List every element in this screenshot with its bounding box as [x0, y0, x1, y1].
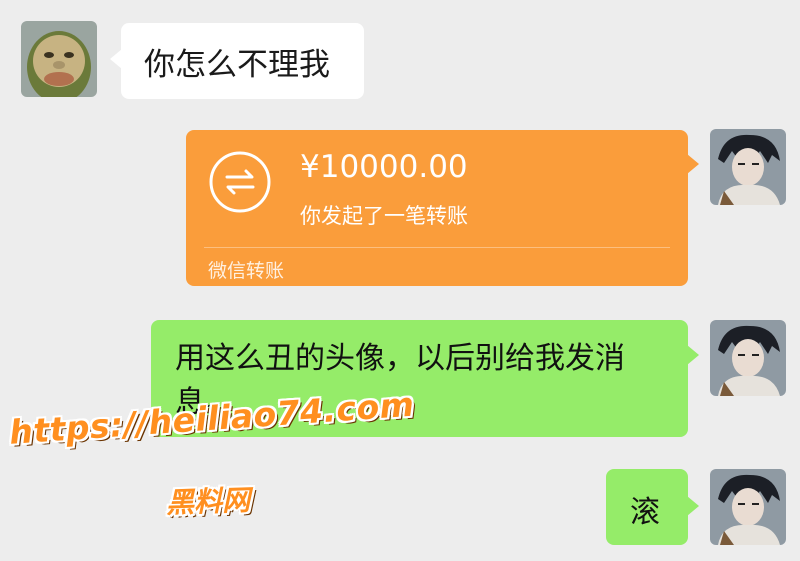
transfer-footer-label: 微信转账	[208, 260, 285, 282]
transfer-description: 你发起了一笔转账	[300, 204, 468, 228]
self-avatar[interactable]	[710, 320, 786, 396]
incoming-message-text: 你怎么不理我	[144, 47, 330, 83]
self-avatar[interactable]	[710, 129, 786, 205]
contact-avatar[interactable]	[21, 21, 97, 97]
self-avatar-image	[710, 129, 786, 205]
watermark-name: 黑料网	[165, 483, 251, 520]
incoming-message-bubble[interactable]: 你怎么不理我	[110, 23, 364, 99]
transfer-arrows-icon	[208, 150, 272, 214]
card-divider	[204, 247, 670, 248]
bubble-tail	[687, 496, 699, 516]
self-avatar-image	[710, 469, 786, 545]
contact-avatar-image	[21, 21, 97, 97]
self-avatar-image	[710, 320, 786, 396]
transfer-card[interactable]: ¥10000.00 你发起了一笔转账 微信转账	[186, 130, 699, 286]
bubble-tail	[687, 154, 699, 174]
outgoing-message-bubble[interactable]: 滚	[606, 469, 699, 545]
transfer-amount: ¥10000.00	[300, 149, 468, 185]
bubble-tail	[687, 345, 699, 365]
self-avatar[interactable]	[710, 469, 786, 545]
outgoing-message-text: 滚	[630, 495, 660, 530]
bubble-tail	[110, 49, 122, 69]
